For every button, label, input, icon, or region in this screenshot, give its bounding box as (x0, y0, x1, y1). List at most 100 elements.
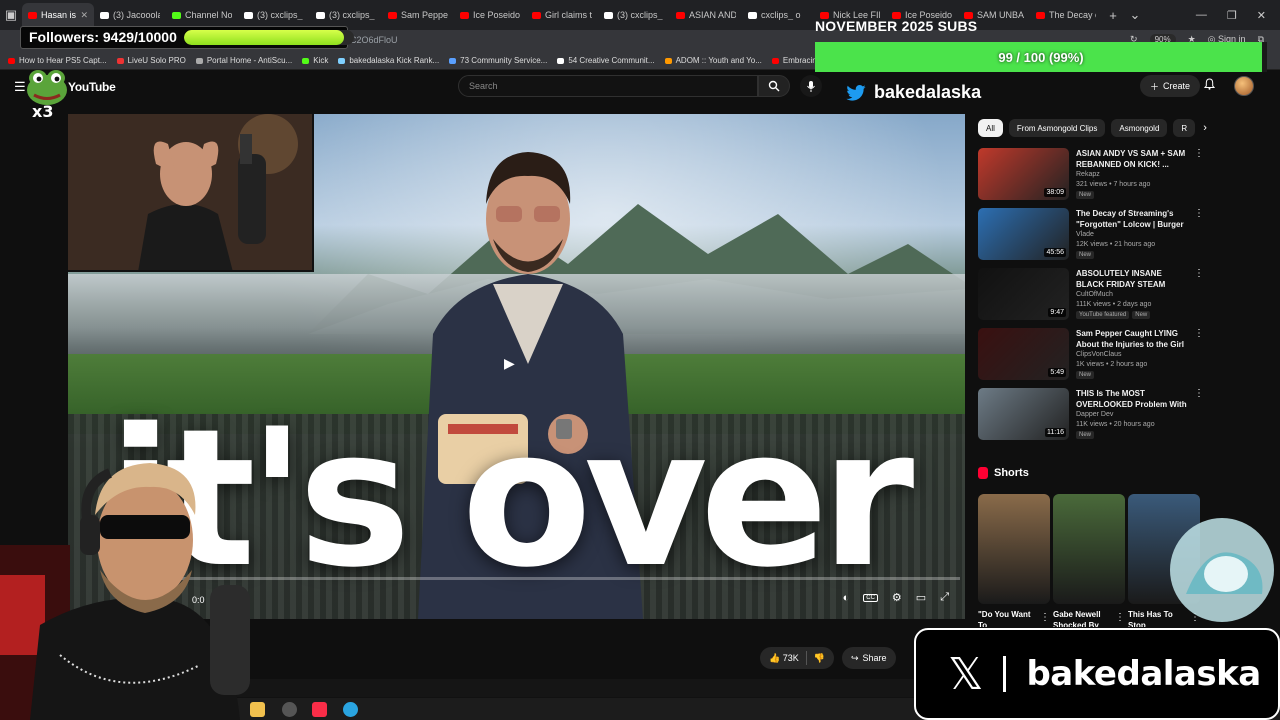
more-options-icon[interactable]: ⋮ (1040, 612, 1050, 623)
browser-tab[interactable]: Hasan is g✕ (22, 3, 94, 27)
tab-close-icon[interactable]: ✕ (80, 10, 88, 21)
short-thumbnail[interactable] (978, 494, 1050, 604)
browser-tab[interactable]: Channel Not (166, 3, 238, 27)
more-options-icon[interactable]: ⋮ (1194, 208, 1204, 219)
video-thumbnail[interactable]: 38:09 (978, 148, 1069, 200)
account-avatar[interactable] (1234, 76, 1254, 96)
channel-name[interactable]: CultOfMuch (1076, 291, 1113, 298)
captions-icon[interactable]: CC (863, 593, 878, 602)
video-title[interactable]: Sam Pepper Caught LYING About the Injuri… (1076, 328, 1188, 350)
short-title[interactable]: "Do You Want To (978, 609, 1038, 627)
channel-name[interactable]: Rekapz (1076, 171, 1100, 178)
tab-label: Sam Pepper C (401, 10, 448, 20)
filter-chip[interactable]: R (1173, 119, 1196, 137)
bookmark-item[interactable]: 54 Creative Communit... (557, 56, 655, 65)
recommended-video[interactable]: 38:09 ASIAN ANDY VS SAM + SAM REBANNED ON… (978, 148, 1204, 202)
tab-favicon-icon (100, 11, 109, 19)
video-thumbnail[interactable]: 9:47 (978, 268, 1069, 320)
shorts-icon (978, 467, 988, 479)
maximize-icon[interactable]: ❐ (1227, 9, 1237, 22)
notifications-bell-icon[interactable] (1203, 78, 1216, 93)
bookmark-favicon-icon (557, 57, 565, 64)
browser-tab[interactable]: Ice Poseidon (454, 3, 526, 27)
more-options-icon[interactable]: ⋮ (1194, 268, 1204, 279)
like-button[interactable]: 👍 73K (769, 653, 799, 664)
bookmark-item[interactable]: bakedalaska Kick Rank... (338, 56, 439, 65)
video-meta: 321 views • 7 hours ago (1076, 181, 1151, 188)
search-placeholder: Search (469, 81, 498, 91)
video-thumbnail[interactable]: 11:16 (978, 388, 1069, 440)
telegram-icon[interactable] (343, 702, 358, 717)
video-thumbnail[interactable]: 45:56 (978, 208, 1069, 260)
browser-tab[interactable]: Sam Pepper C (382, 3, 454, 27)
search-icon (768, 80, 780, 92)
create-button[interactable]: ＋ Create (1140, 75, 1201, 97)
bookmark-item[interactable]: ADOM :: Youth and Yo... (664, 56, 762, 65)
tab-label: Hasan is g (41, 10, 77, 20)
browser-tab[interactable]: cxclips_ o (742, 3, 814, 27)
video-title[interactable]: ASIAN ANDY VS SAM + SAM REBANNED ON KICK… (1076, 148, 1188, 170)
short-title[interactable]: Gabe Newell Shocked By (1053, 609, 1113, 627)
recommended-video[interactable]: 11:16 THIS Is The MOST OVERLOOKED Problem… (978, 388, 1204, 442)
settings-gear-icon[interactable]: ⚙ (892, 591, 902, 604)
filter-chip[interactable]: All (978, 119, 1003, 137)
tab-favicon-icon (604, 11, 613, 19)
voice-search-button[interactable] (800, 75, 822, 97)
channel-name[interactable]: Dapper Dev (1076, 411, 1113, 418)
short-thumbnail[interactable] (1053, 494, 1125, 604)
browser-tab[interactable]: Girl claims to (526, 3, 598, 27)
miniplayer-icon[interactable]: ▭ (916, 591, 926, 604)
bookmark-item[interactable]: Portal Home - AntiScu... (195, 56, 293, 65)
bookmark-favicon-icon (302, 57, 310, 64)
browser-tab[interactable]: The Decay of (1030, 3, 1102, 27)
search-input[interactable]: Search (458, 75, 758, 97)
recommended-video[interactable]: 45:56 The Decay of Streaming's "Forgotten… (978, 208, 1204, 262)
tab-label: Channel Not (185, 10, 232, 20)
browser-tab[interactable]: (3) cxclips_ on (238, 3, 310, 27)
video-title[interactable]: The Decay of Streaming's "Forgotten" Lol… (1076, 208, 1188, 230)
more-options-icon[interactable]: ⋮ (1115, 612, 1125, 623)
bookmark-label: Portal Home - AntiScu... (206, 56, 293, 65)
chips-next-chevron-icon[interactable]: › (1203, 122, 1207, 134)
search-button[interactable] (758, 75, 790, 97)
browser-tab[interactable]: (3) cxclips_ on (598, 3, 670, 27)
bookmark-item[interactable]: How to Hear PS5 Capt... (8, 56, 107, 65)
new-tab-button[interactable]: + (1102, 8, 1124, 23)
dislike-button[interactable]: 👎 (814, 653, 825, 664)
video-thumbnail[interactable]: 5:49 (978, 328, 1069, 380)
browser-tab[interactable]: (3) cxclips_ on (310, 3, 382, 27)
tab-search-chevron-icon[interactable]: ⌄ (1124, 7, 1146, 23)
fullscreen-icon[interactable]: ⤢ (940, 591, 949, 604)
filter-chip[interactable]: From Asmongold Clips (1008, 119, 1106, 137)
x-handle-text: bakedalaska (1026, 654, 1261, 694)
recommended-video[interactable]: 9:47 ABSOLUTELY INSANE BLACK FRIDAY STEAM… (978, 268, 1204, 322)
url-text[interactable]: C2O6dFloU (350, 35, 398, 45)
minimize-icon[interactable]: — (1196, 9, 1207, 22)
video-title[interactable]: ABSOLUTELY INSANE BLACK FRIDAY STEAM GAM… (1076, 268, 1188, 290)
browser-tab[interactable]: ASIAN ANDY (670, 3, 742, 27)
more-options-icon[interactable]: ⋮ (1194, 388, 1204, 399)
more-options-icon[interactable]: ⋮ (1194, 148, 1204, 159)
tab-favicon-icon (28, 11, 37, 19)
bookmark-item[interactable]: LiveU Solo PRO (116, 56, 186, 65)
youtube-logo[interactable]: YouTube (68, 80, 116, 94)
bookmark-item[interactable]: 73 Community Service... (449, 56, 547, 65)
close-window-icon[interactable]: ✕ (1257, 9, 1266, 22)
filter-chip[interactable]: Asmongold (1111, 119, 1168, 137)
video-duration: 45:56 (1044, 248, 1066, 257)
more-options-icon[interactable]: ⋮ (1194, 328, 1204, 339)
microphone-icon (807, 80, 815, 92)
channel-name[interactable]: Vlade (1076, 231, 1094, 238)
bookmark-item[interactable]: Kick (302, 56, 328, 65)
video-title[interactable]: THIS Is The MOST OVERLOOKED Problem With… (1076, 388, 1188, 410)
play-icon[interactable]: ▶ (504, 355, 515, 372)
browser-tab[interactable]: (3) Jacooola (94, 3, 166, 27)
tab-menu-icon[interactable]: ▣ (0, 7, 22, 23)
share-button[interactable]: ↪ Share (841, 647, 896, 669)
emote-multiplier: x3 (32, 102, 54, 121)
video-badges: New (1076, 191, 1095, 199)
autoplay-toggle-icon[interactable]: ◐ (843, 592, 850, 604)
channel-name[interactable]: ClipsVonClaus (1076, 351, 1122, 358)
bookmark-label: bakedalaska Kick Rank... (349, 56, 440, 65)
recommended-video[interactable]: 5:49 Sam Pepper Caught LYING About the In… (978, 328, 1204, 382)
